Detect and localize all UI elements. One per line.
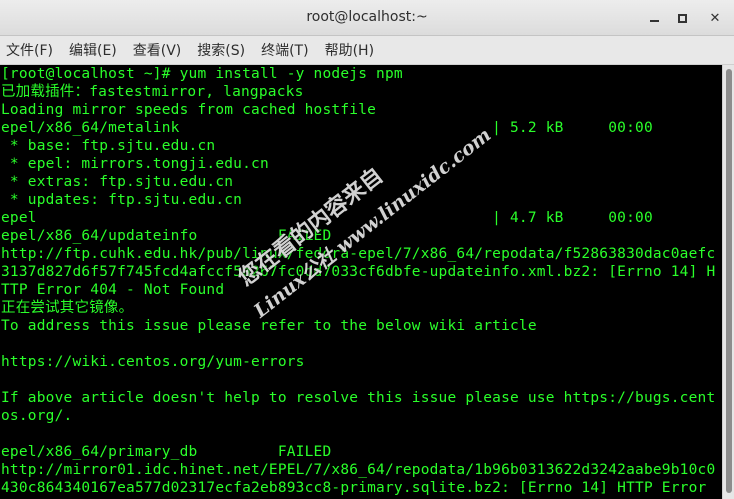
terminal-line: TTP Error 404 - Not Found [1,282,225,298]
terminal-line: 430c864340167ea577d02317ecfa2eb893cc8-pr… [1,480,707,496]
terminal-line: * updates: ftp.sjtu.edu.cn [1,192,243,208]
terminal-line: [root@localhost ~]# yum install -y nodej… [1,66,403,82]
minimize-icon[interactable] [644,8,664,28]
menu-edit[interactable]: 编辑(E) [69,38,117,62]
terminal-line: epel/x86_64/primary_db FAILED [1,444,332,460]
terminal-line: epel/x86_64/updateinfo FAILED [1,228,332,244]
maximize-icon[interactable] [672,8,692,28]
terminal-line: epel | 4.7 kB 00:00 [1,210,653,226]
terminal-line: * extras: ftp.sjtu.edu.cn [1,174,234,190]
terminal-line: 已加载插件：fastestmirror, langpacks [1,84,304,100]
menu-view[interactable]: 查看(V) [133,38,182,62]
menu-bar: 文件(F) 编辑(E) 查看(V) 搜索(S) 终端(T) 帮助(H) [0,36,734,65]
terminal-line: https://wiki.centos.org/yum-errors [1,354,305,370]
menu-file[interactable]: 文件(F) [6,38,53,62]
terminal-line: http://ftp.cuhk.edu.hk/pub/linux/fedora-… [1,246,716,262]
terminal-line: os.org/. [1,408,73,424]
terminal-line: http://mirror01.idc.hinet.net/EPEL/7/x86… [1,462,716,478]
terminal-output[interactable]: [root@localhost ~]# yum install -y nodej… [0,65,722,499]
close-icon[interactable]: ✕ [705,8,725,28]
window-title: root@localhost:~ [306,9,428,25]
menu-terminal[interactable]: 终端(T) [261,38,308,62]
terminal-line: 3137d827d6f57f745fcd4afccf5a267fc0dd7033… [1,264,716,280]
scrollbar-thumb[interactable] [726,69,732,493]
vertical-scrollbar[interactable] [722,65,734,499]
title-bar: root@localhost:~ ✕ [0,0,734,36]
terminal-line: Loading mirror speeds from cached hostfi… [1,102,377,118]
menu-search[interactable]: 搜索(S) [197,38,245,62]
terminal-line: * base: ftp.sjtu.edu.cn [1,138,216,154]
terminal-line: * epel: mirrors.tongji.edu.cn [1,156,269,172]
menu-help[interactable]: 帮助(H) [325,38,374,62]
terminal-line: To address this issue please refer to th… [1,318,537,334]
terminal-line: 正在尝试其它镜像。 [1,300,134,316]
terminal-line: epel/x86_64/metalink | 5.2 kB 00:00 [1,120,653,136]
terminal-line: If above article doesn't help to resolve… [1,390,716,406]
